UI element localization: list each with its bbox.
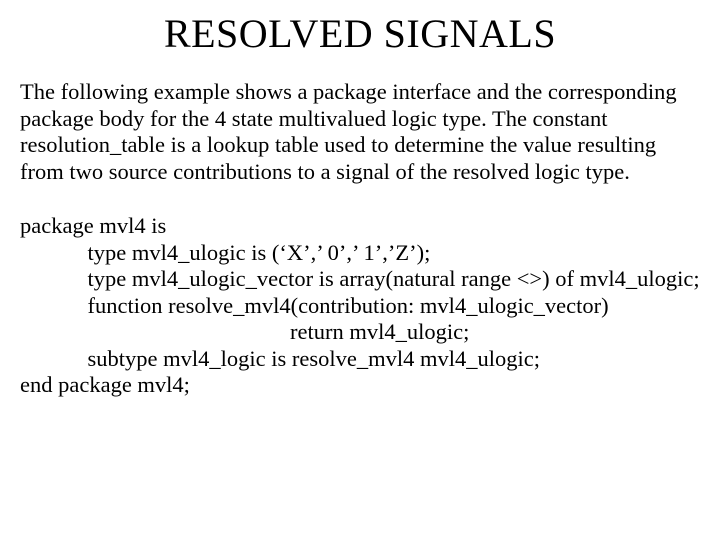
intro-paragraph: The following example shows a package in… — [20, 79, 700, 185]
slide-container: RESOLVED SIGNALS The following example s… — [0, 0, 720, 540]
code-block: package mvl4 is type mvl4_ulogic is (‘X’… — [20, 213, 700, 399]
slide-title: RESOLVED SIGNALS — [20, 10, 700, 57]
